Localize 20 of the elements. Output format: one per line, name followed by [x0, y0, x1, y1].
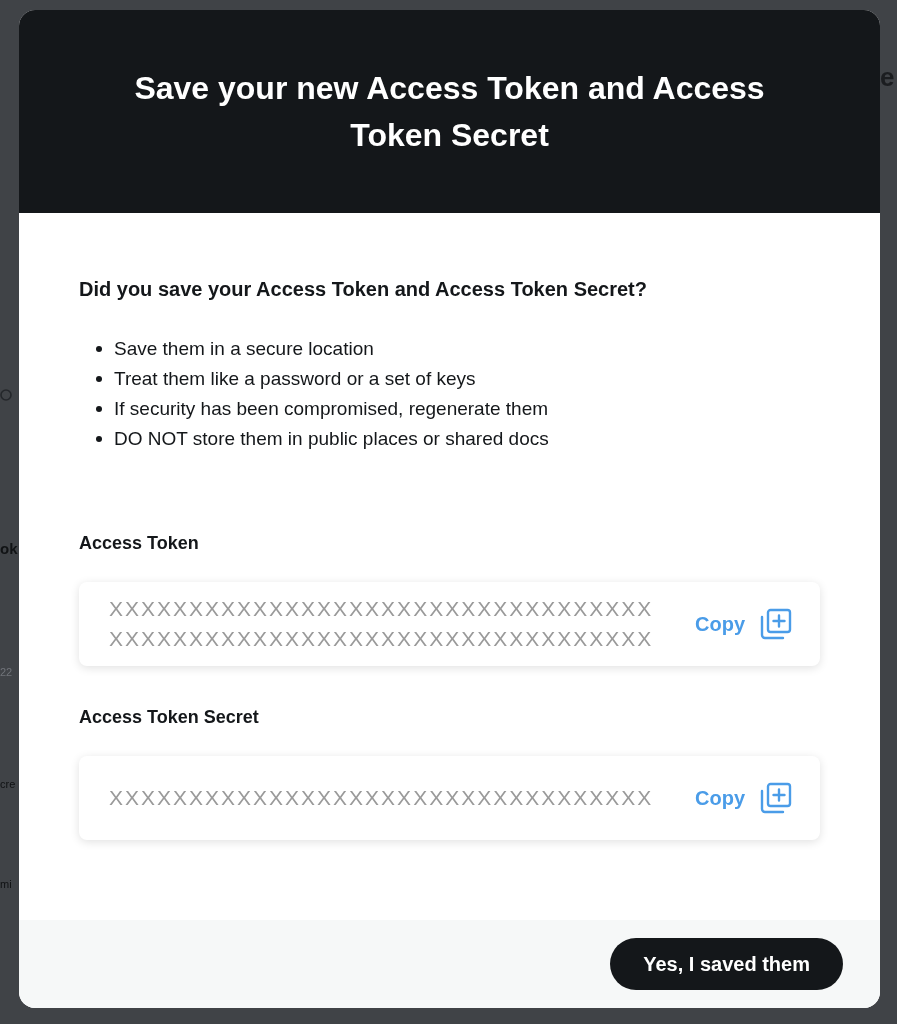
copy-icon	[760, 782, 792, 814]
bullet-icon	[96, 376, 102, 382]
field-label: Access Token Secret	[79, 706, 260, 728]
tip-text: Treat them like a password or a set of keys	[114, 366, 476, 391]
copy-button[interactable]: Copy	[695, 782, 792, 814]
field-label: Access Token	[79, 532, 200, 554]
token-value: XXXXXXXXXXXXXXXXXXXXXXXXXXXXXXXXXXXXXXXXXXXXXXXXXXXXXXXXXXXXXXXXXXXX	[109, 596, 655, 652]
bullet-icon	[96, 436, 102, 442]
tip-text: If security has been compromised, regenerate them	[114, 396, 549, 421]
bullet-icon	[96, 406, 102, 412]
question-heading: Did you save your Access Token and Access Token Secret?	[79, 277, 648, 302]
ring-icon	[0, 389, 12, 401]
token-value: XXXXXXXXXXXXXXXXXXXXXXXXXXXXXXXXXX	[109, 785, 655, 811]
tip-text: Save them in a secure location	[114, 336, 374, 361]
copy-icon	[760, 608, 792, 640]
bullet-icon	[96, 346, 102, 352]
confirm-button[interactable]: Yes, I saved them	[610, 938, 843, 990]
copy-button[interactable]: Copy	[695, 608, 792, 640]
tip-text: DO NOT store them in public places or shared docs	[114, 426, 549, 451]
dialog-title: Save your new Access Token and Access Token Secret	[133, 68, 766, 155]
